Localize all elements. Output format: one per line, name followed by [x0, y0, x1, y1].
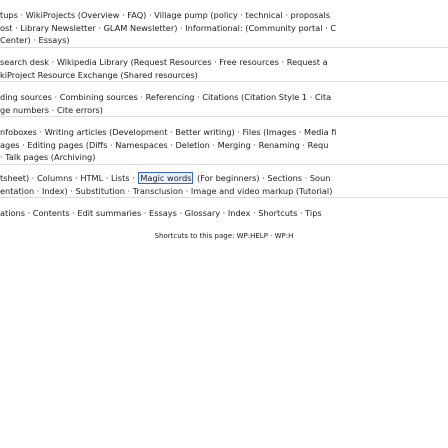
row-editing-line-3[interactable]: · Talk pages (Archiving) — [0, 151, 448, 164]
row-help-pages-line-1[interactable]: ations · Contents · Edit summaries · Ess… — [0, 207, 448, 220]
row-markup-line-1: tsheet) · Columns · HTML · Lists · Magic… — [0, 172, 448, 185]
navbox-row-markup: tsheet) · Columns · HTML · Lists · Magic… — [0, 172, 448, 198]
row-sources-line-1[interactable]: ding sources · Combining sources · Refer… — [0, 91, 448, 104]
magic-words-link[interactable]: Magic words — [138, 172, 194, 184]
navbox-row-community: tups · WikiProjects (Overview · FAQ) · V… — [0, 9, 448, 48]
navbox-row-sources: ding sources · Combining sources · Refer… — [0, 91, 448, 117]
navbox-row-resources: search desk · Wikipedia Library (Request… — [0, 56, 448, 82]
row-editing-line-1[interactable]: nfoboxes · Writing articles (Development… — [0, 126, 448, 139]
row-markup-line-1-post[interactable]: (For beginners) · Sections · Soun — [194, 173, 330, 183]
page-shortcuts: Shortcuts to this page: WP:HELP · WP:H — [154, 232, 294, 240]
navbox-row-editing: nfoboxes · Writing articles (Development… — [0, 126, 448, 165]
navbox-row-help-pages: ations · Contents · Edit summaries · Ess… — [0, 207, 448, 220]
row-markup-line-2[interactable]: entation · Index) · Substitution · Trans… — [0, 185, 448, 198]
row-resources-line-1[interactable]: search desk · Wikipedia Library (Request… — [0, 56, 448, 69]
row-community-line-2[interactable]: ost · Library Newsletter · GLAM Newslett… — [0, 22, 448, 35]
row-resources-line-2[interactable]: kiProject Resource Exchange (Shared reso… — [0, 69, 448, 82]
row-sources-line-2[interactable]: ge numbers · Cite errors) — [0, 104, 448, 117]
row-markup-line-1-pre[interactable]: tsheet) · Columns · HTML · Lists · — [0, 173, 137, 183]
row-editing-line-2[interactable]: ages · Editing pages (Diffs · Namespaces… — [0, 139, 448, 152]
row-community-line-1[interactable]: tups · WikiProjects (Overview · FAQ) · V… — [0, 9, 448, 22]
row-community-line-3[interactable]: Center) · Essays) — [0, 34, 448, 47]
